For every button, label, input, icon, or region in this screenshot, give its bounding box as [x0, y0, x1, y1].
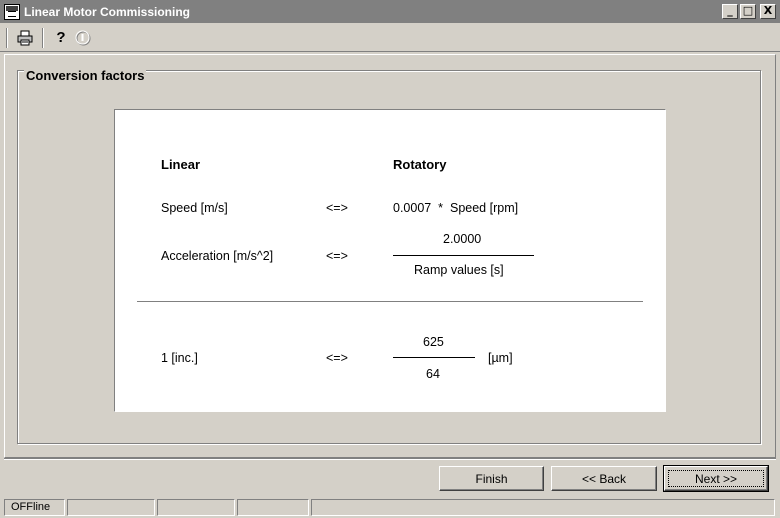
window-title: Linear Motor Commissioning — [24, 4, 191, 19]
accel-denominator: Ramp values [s] — [414, 263, 504, 277]
bottom-separator — [4, 458, 776, 460]
focus-rect — [668, 470, 764, 487]
inc-unit: [µm] — [488, 351, 513, 365]
status-mode: OFFline — [4, 498, 65, 516]
inc-numerator: 625 — [423, 335, 444, 349]
accel-arrow: <=> — [326, 249, 348, 263]
inc-arrow: <=> — [326, 351, 348, 365]
close-button[interactable]: X — [760, 4, 776, 19]
speed-rotatory-formula: 0.0007 * Speed [rpm] — [393, 201, 519, 215]
print-icon[interactable] — [14, 27, 36, 49]
status-bar: OFFline — [0, 496, 780, 518]
inc-linear-label: 1 [inc.] — [161, 351, 198, 365]
title-bar: Linear Motor Commissioning _ □ X — [0, 0, 780, 24]
info-icon — [72, 27, 94, 49]
accel-linear-label: Acceleration [m/s^2] — [161, 249, 274, 263]
speed-linear-label: Speed [m/s] — [161, 201, 228, 215]
next-button[interactable]: Next >> — [663, 465, 769, 492]
help-icon[interactable]: ? — [50, 27, 72, 49]
minimize-button[interactable]: _ — [722, 4, 738, 19]
conversion-panel: Linear Rotatory Speed [m/s] <=> 0.0007 *… — [114, 109, 666, 412]
toolbar-separator — [42, 27, 44, 48]
speed-arrow: <=> — [326, 201, 348, 215]
group-title: Conversion factors — [24, 68, 147, 83]
status-pane — [311, 498, 775, 516]
linear-header: Linear — [161, 157, 201, 172]
status-pane — [67, 498, 155, 516]
back-button[interactable]: << Back — [551, 466, 657, 491]
inc-fraction-line — [393, 357, 475, 358]
toolbar-separator — [6, 27, 8, 48]
finish-button[interactable]: Finish — [439, 466, 544, 491]
toolbar: ? — [0, 24, 780, 52]
accel-fraction-line — [393, 255, 534, 256]
divider — [137, 301, 643, 302]
window-controls: _ □ X — [722, 4, 776, 19]
rotatory-header: Rotatory — [393, 157, 447, 172]
maximize-button[interactable]: □ — [740, 4, 756, 19]
app-icon — [4, 3, 20, 20]
inc-denominator: 64 — [426, 367, 440, 381]
status-pane — [157, 498, 235, 516]
accel-numerator: 2.0000 — [443, 232, 482, 246]
status-pane — [237, 498, 309, 516]
